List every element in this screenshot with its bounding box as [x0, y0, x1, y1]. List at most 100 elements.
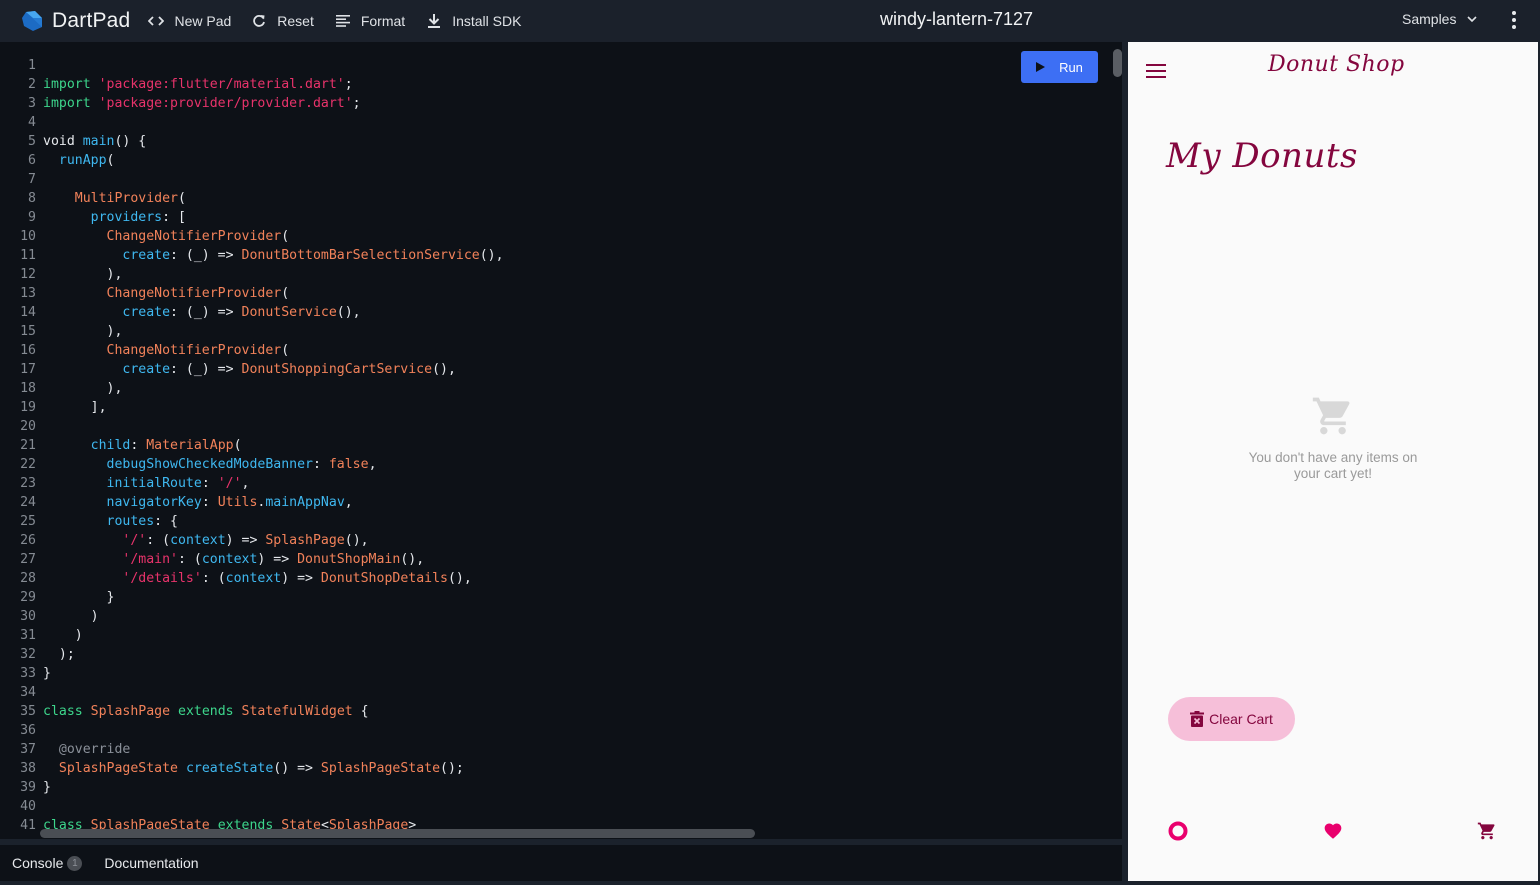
code-line[interactable]: 28 '/details': (context) => DonutShopDet…: [0, 569, 504, 588]
code-line[interactable]: 36: [0, 721, 504, 740]
line-content: ChangeNotifierProvider(: [36, 341, 290, 360]
code-line[interactable]: 17 create: (_) => DonutShoppingCartServi…: [0, 360, 504, 379]
more-menu-button[interactable]: [1506, 9, 1522, 31]
code-line[interactable]: 8 MultiProvider(: [0, 189, 504, 208]
line-number: 1: [28, 58, 36, 73]
code-token: ChangeNotifierProvider: [106, 343, 282, 358]
code-line[interactable]: 15 ),: [0, 322, 504, 341]
code-line[interactable]: 16 ChangeNotifierProvider(: [0, 341, 504, 360]
code-line[interactable]: 23 initialRoute: '/',: [0, 474, 504, 493]
code-token: ;: [344, 77, 353, 92]
code-line[interactable]: 27 '/main': (context) => DonutShopMain()…: [0, 550, 504, 569]
code-token: create: [122, 305, 171, 320]
code-line[interactable]: 40: [0, 797, 504, 816]
line-number: 15: [20, 324, 36, 339]
reset-button[interactable]: Reset: [251, 13, 314, 29]
nav-cart[interactable]: [1477, 821, 1497, 846]
format-button[interactable]: Format: [335, 13, 405, 29]
code-line[interactable]: 2 import 'package:flutter/material.dart';: [0, 75, 504, 94]
code-line[interactable]: 37 @override: [0, 740, 504, 759]
bottom-navigation: [1128, 817, 1538, 847]
line-content: @override: [36, 740, 130, 759]
code-token: : {: [154, 514, 178, 529]
code-line[interactable]: 10 ChangeNotifierProvider(: [0, 227, 504, 246]
code-line[interactable]: 3 import 'package:provider/provider.dart'…: [0, 94, 504, 113]
run-label: Run: [1059, 59, 1083, 75]
hamburger-icon: [1146, 64, 1166, 66]
vertical-scrollbar[interactable]: [1113, 49, 1122, 77]
code-line[interactable]: 35 class SplashPage extends StatefulWidge…: [0, 702, 504, 721]
code-token: ,: [241, 476, 250, 491]
code-line[interactable]: 11 create: (_) => DonutBottomBarSelectio…: [0, 246, 503, 265]
nav-favorites[interactable]: [1323, 821, 1343, 846]
code-line[interactable]: 22 debugShowCheckedModeBanner: false,: [0, 455, 504, 474]
menu-button[interactable]: [1146, 64, 1166, 78]
download-icon: [426, 13, 442, 29]
brand[interactable]: DartPad: [20, 9, 130, 33]
new-pad-button[interactable]: New Pad: [148, 13, 231, 29]
code-line[interactable]: 7: [0, 170, 504, 189]
code-line[interactable]: 38 SplashPageState createState() => Spla…: [0, 759, 504, 778]
code-line[interactable]: 14 create: (_) => DonutService(),: [0, 303, 504, 322]
code-line[interactable]: 5 void main() {: [0, 132, 504, 151]
line-number: 30: [20, 609, 36, 624]
code-token: ChangeNotifierProvider: [106, 286, 282, 301]
tab-console[interactable]: Console 1: [12, 855, 83, 871]
line-content: create: (_) => DonutShoppingCartService(…: [36, 360, 456, 379]
line-content: ),: [36, 379, 123, 398]
nav-home[interactable]: [1168, 821, 1188, 846]
install-sdk-button[interactable]: Install SDK: [426, 13, 521, 29]
line-number: 21: [20, 438, 36, 453]
code-line[interactable]: 12 ),: [0, 265, 504, 284]
code-line[interactable]: 19 ],: [0, 398, 504, 417]
code-line[interactable]: 26 '/': (context) => SplashPage(),: [0, 531, 504, 550]
bottom-edge: [0, 881, 1540, 885]
code-line[interactable]: 25 routes: {: [0, 512, 504, 531]
line-content: [36, 721, 43, 740]
code-line[interactable]: 32 );: [0, 645, 504, 664]
documentation-label: Documentation: [104, 855, 199, 871]
line-content: );: [36, 645, 75, 664]
line-number: 28: [20, 571, 36, 586]
horizontal-scrollbar[interactable]: [40, 829, 755, 838]
clear-cart-button[interactable]: Clear Cart: [1168, 697, 1295, 741]
code-line[interactable]: 33}: [0, 664, 504, 683]
code-line[interactable]: 21 child: MaterialApp(: [0, 436, 504, 455]
code-token: ) =>: [225, 533, 266, 548]
code-token: class: [43, 704, 83, 719]
pad-title[interactable]: windy-lantern-7127: [880, 9, 1033, 29]
code-line[interactable]: 20: [0, 417, 504, 436]
code-line[interactable]: 30 ): [0, 607, 504, 626]
code-line[interactable]: 1: [0, 56, 504, 75]
code-line[interactable]: 9 providers: [: [0, 208, 504, 227]
line-content: }: [36, 664, 51, 683]
line-content: '/main': (context) => DonutShopMain(),: [36, 550, 424, 569]
code-token: SplashPageState: [320, 761, 441, 776]
code-editor[interactable]: 1 2 import 'package:flutter/material.dart'…: [0, 42, 1122, 839]
code-line[interactable]: 34: [0, 683, 504, 702]
code-token: ),: [43, 324, 123, 339]
code-token: context: [170, 533, 226, 548]
code-line[interactable]: 39}: [0, 778, 504, 797]
code-line[interactable]: 18 ),: [0, 379, 504, 398]
code-token: ),: [43, 381, 123, 396]
app-preview[interactable]: Donut Shop My Donuts You don't have any …: [1128, 42, 1538, 881]
code-line[interactable]: 6 runApp(: [0, 151, 504, 170]
reset-label: Reset: [277, 13, 314, 29]
samples-dropdown[interactable]: Samples: [1402, 11, 1478, 27]
code-token: debugShowCheckedModeBanner: [106, 457, 313, 472]
code-line[interactable]: 4: [0, 113, 504, 132]
line-content: MultiProvider(: [36, 189, 186, 208]
line-number: 26: [20, 533, 36, 548]
code-token: (: [106, 153, 115, 168]
code-line[interactable]: 13 ChangeNotifierProvider(: [0, 284, 504, 303]
code-line[interactable]: 24 navigatorKey: Utils.mainAppNav,: [0, 493, 504, 512]
code-line[interactable]: 29 }: [0, 588, 504, 607]
tab-documentation[interactable]: Documentation: [104, 855, 198, 871]
code-line[interactable]: 31 ): [0, 626, 504, 645]
run-button[interactable]: Run: [1021, 51, 1098, 83]
code-lines[interactable]: 1 2 import 'package:flutter/material.dart'…: [0, 56, 504, 835]
